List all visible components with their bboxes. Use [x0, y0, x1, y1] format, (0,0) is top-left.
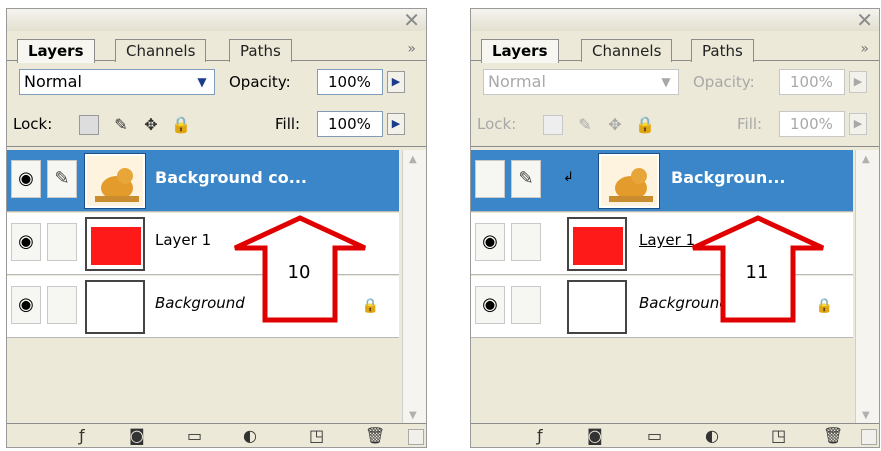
brush-slot[interactable]: [511, 286, 541, 324]
layer-name[interactable]: Layer 1: [155, 231, 211, 249]
brush-slot[interactable]: [511, 223, 541, 261]
lock-row: Lock: ✎ ✥ 🔒 Fill: 100% ▶: [471, 103, 879, 147]
folder-icon[interactable]: ▭: [187, 426, 202, 446]
tab-paths[interactable]: Paths: [229, 39, 292, 62]
tab-channels[interactable]: Channels: [581, 39, 673, 62]
layer-name[interactable]: Backgroun...: [671, 168, 785, 187]
trash-icon[interactable]: 🗑: [823, 426, 843, 446]
chevron-down-icon: ▼: [197, 75, 207, 89]
mask-icon[interactable]: ◙: [587, 426, 603, 446]
tab-channels[interactable]: Channels: [115, 39, 207, 62]
new-layer-icon[interactable]: ◳: [309, 426, 324, 446]
lock-all-icon[interactable]: 🔒: [635, 115, 655, 135]
new-layer-icon[interactable]: ◳: [771, 426, 786, 446]
fx-icon[interactable]: ƒ: [79, 426, 85, 446]
fill-stepper[interactable]: ▶: [387, 113, 405, 135]
eye-icon[interactable]: ◉: [475, 223, 505, 261]
lock-label: Lock:: [13, 115, 53, 133]
opacity-field[interactable]: 100%: [317, 69, 383, 95]
panel-bottombar: ƒ ◙ ▭ ◐ ◳ 🗑: [7, 423, 426, 447]
fill-field[interactable]: 100%: [779, 111, 845, 137]
fill-label: Fill:: [275, 115, 301, 133]
blend-mode-select[interactable]: Normal ▼: [483, 69, 679, 95]
close-icon[interactable]: ✕: [403, 9, 420, 31]
lock-image-brush-icon[interactable]: ✎: [575, 115, 595, 135]
layer-thumbnail: [84, 153, 146, 209]
panel-tabs: Layers Channels Paths »: [471, 31, 879, 63]
fill-field[interactable]: 100%: [317, 111, 383, 137]
lock-position-icon[interactable]: ✥: [141, 115, 161, 135]
annotation-label-11: 11: [745, 262, 769, 283]
lock-image-brush-icon[interactable]: ✎: [111, 115, 131, 135]
fill-stepper[interactable]: ▶: [849, 113, 867, 135]
clipping-arrow-icon: ↲: [563, 170, 574, 185]
blend-row: Normal ▼ Opacity: 100% ▶: [471, 61, 879, 103]
layer-thumbnail: [567, 217, 627, 271]
close-icon[interactable]: ✕: [856, 9, 873, 31]
scrollbar[interactable]: ▲ ▼: [855, 150, 879, 425]
opacity-field[interactable]: 100%: [779, 69, 845, 95]
tab-paths[interactable]: Paths: [691, 39, 754, 62]
lock-transparent-icon[interactable]: [79, 115, 99, 135]
trash-icon[interactable]: 🗑: [365, 426, 385, 446]
annotation-label-10: 10: [287, 262, 311, 283]
layer-row[interactable]: ◉ ✎ Background co...: [7, 150, 399, 212]
layer-thumbnail: [85, 217, 145, 271]
lock-all-icon[interactable]: 🔒: [171, 115, 191, 135]
brush-slot[interactable]: [47, 223, 77, 261]
adjustment-icon[interactable]: ◐: [243, 426, 257, 446]
eye-icon[interactable]: ◉: [11, 286, 41, 324]
lock-row: Lock: ✎ ✥ 🔒 Fill: 100% ▶: [7, 103, 426, 147]
layer-thumbnail: [85, 280, 145, 334]
lock-label: Lock:: [477, 115, 517, 133]
panel-tabs: Layers Channels Paths »: [7, 31, 426, 63]
eye-icon[interactable]: ◉: [475, 286, 505, 324]
blend-mode-select[interactable]: Normal ▼: [19, 69, 215, 95]
scroll-down-icon[interactable]: ▼: [862, 410, 870, 421]
eye-slot[interactable]: [475, 160, 505, 198]
opacity-stepper[interactable]: ▶: [849, 71, 867, 93]
opacity-stepper[interactable]: ▶: [387, 71, 405, 93]
panel-titlebar: ✕: [7, 9, 426, 31]
tab-layers[interactable]: Layers: [17, 39, 95, 63]
fill-label: Fill:: [737, 115, 763, 133]
scroll-up-icon[interactable]: ▲: [409, 154, 417, 165]
panel-menu-icon[interactable]: »: [860, 41, 869, 57]
opacity-label: Opacity:: [229, 73, 291, 91]
scroll-down-icon[interactable]: ▼: [409, 410, 417, 421]
scroll-up-icon[interactable]: ▲: [862, 154, 870, 165]
brush-slot[interactable]: [47, 286, 77, 324]
eye-icon[interactable]: ◉: [11, 160, 41, 198]
brush-icon[interactable]: ✎: [47, 160, 77, 198]
layer-row[interactable]: ✎ ↲ Backgroun...: [471, 150, 853, 212]
opacity-label: Opacity:: [693, 73, 755, 91]
folder-icon[interactable]: ▭: [647, 426, 662, 446]
mask-icon[interactable]: ◙: [129, 426, 145, 446]
eye-icon[interactable]: ◉: [11, 223, 41, 261]
lock-position-icon[interactable]: ✥: [605, 115, 625, 135]
layer-name[interactable]: Background co...: [155, 168, 307, 187]
scrollbar[interactable]: ▲ ▼: [402, 150, 426, 425]
panel-titlebar: ✕: [471, 9, 879, 31]
resize-grip[interactable]: [408, 429, 424, 445]
blend-mode-value: Normal: [488, 72, 546, 91]
chevron-down-icon: ▼: [661, 75, 671, 89]
fx-icon[interactable]: ƒ: [537, 426, 543, 446]
panel-menu-icon[interactable]: »: [407, 41, 416, 57]
lock-transparent-icon[interactable]: [543, 115, 563, 135]
resize-grip[interactable]: [861, 429, 877, 445]
adjustment-icon[interactable]: ◐: [705, 426, 719, 446]
layer-thumbnail: [598, 153, 660, 209]
tab-layers[interactable]: Layers: [481, 39, 559, 63]
blend-mode-value: Normal: [24, 72, 82, 91]
panel-bottombar: ƒ ◙ ▭ ◐ ◳ 🗑: [471, 423, 879, 447]
brush-icon[interactable]: ✎: [511, 160, 541, 198]
layer-thumbnail: [567, 280, 627, 334]
blend-row: Normal ▼ Opacity: 100% ▶: [7, 61, 426, 103]
